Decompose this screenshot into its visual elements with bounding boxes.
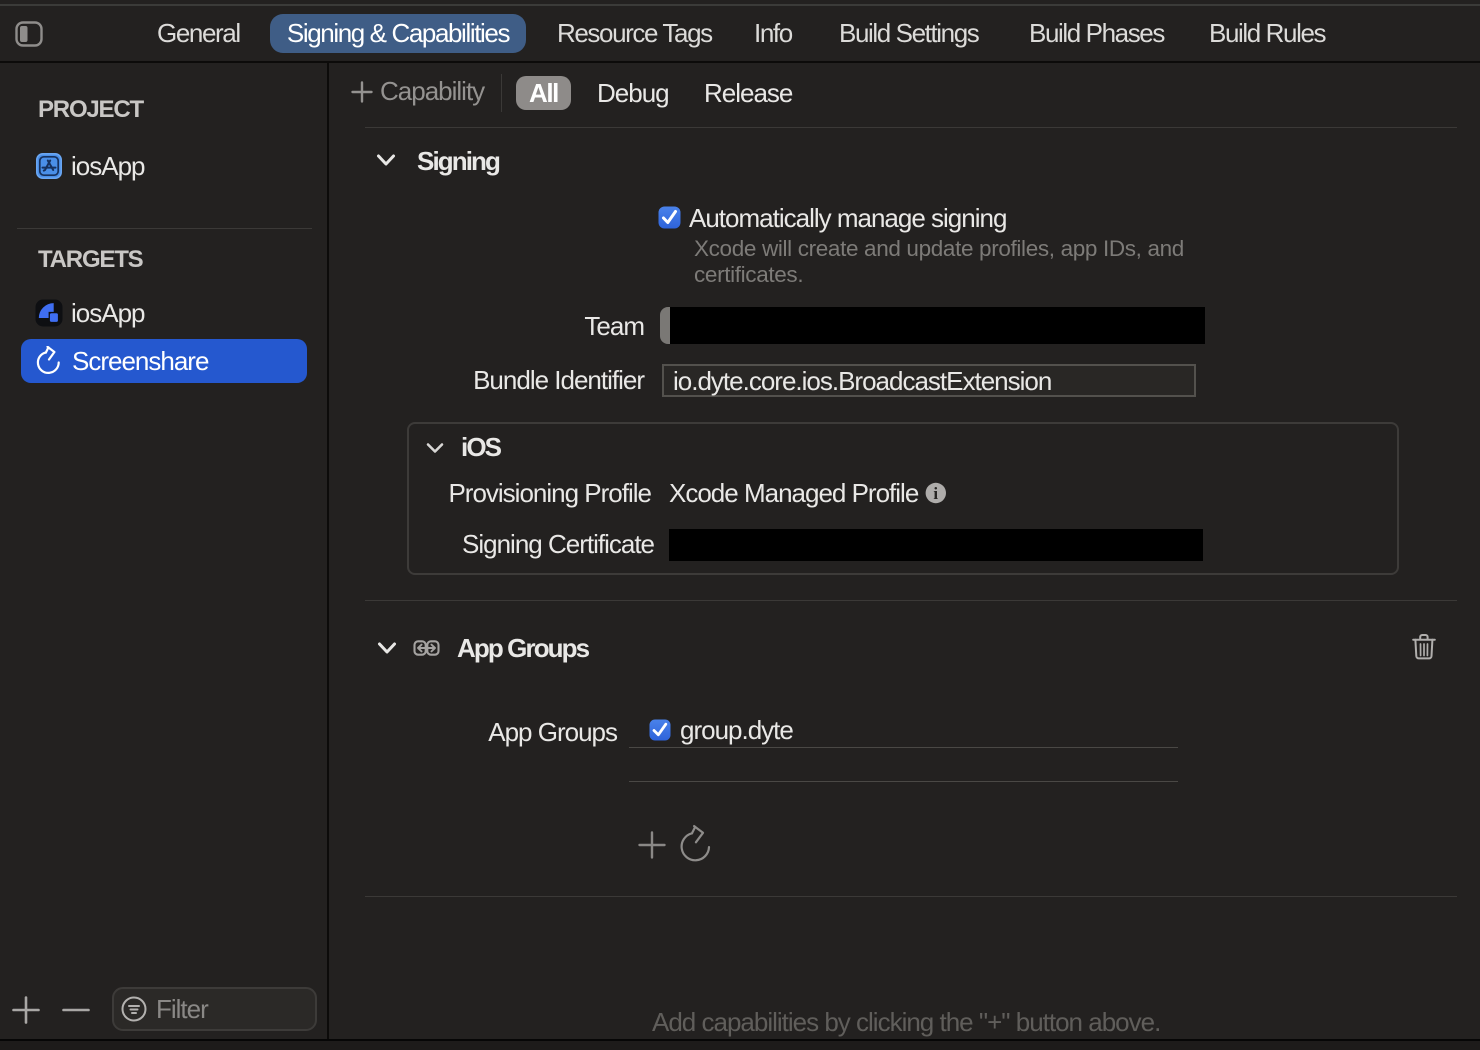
svg-text:i: i — [933, 484, 938, 503]
